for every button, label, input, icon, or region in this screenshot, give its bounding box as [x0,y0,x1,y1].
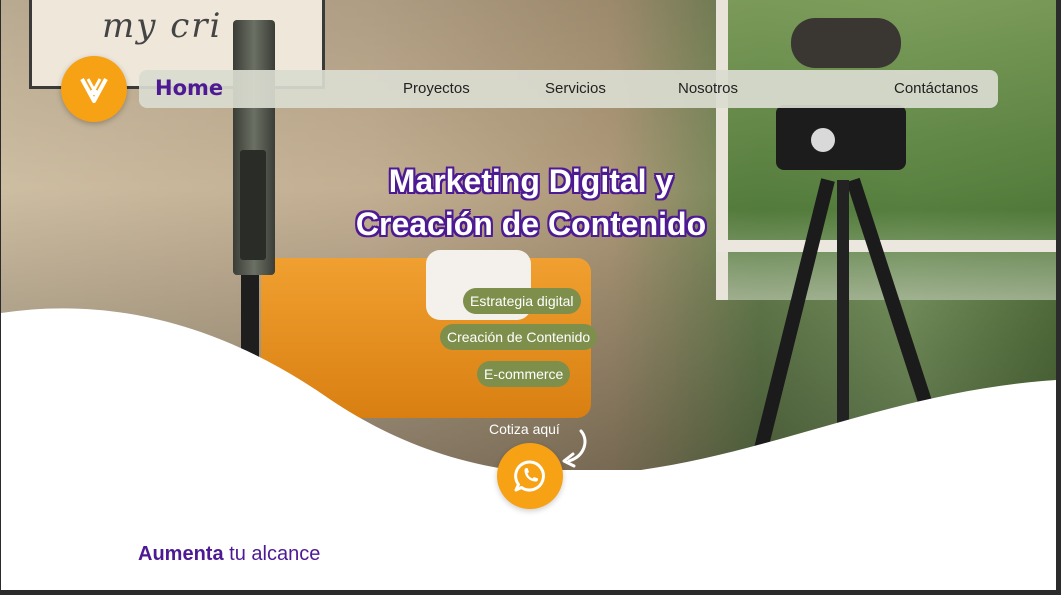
hero-title: Marketing Digital y Creación de Contenid… [241,160,821,246]
hero-title-line2: Creación de Contenido [355,206,707,242]
top-navigation: Home Proyectos Servicios Nosotros Contác… [139,70,998,108]
camera-sticker [811,128,835,152]
window-edge [1056,0,1061,595]
section-title: Aumenta tu alcance [138,543,320,566]
cta-label: Cotiza aquí [489,421,560,437]
hero-title-line1: Marketing Digital y [388,163,674,199]
nav-home-link[interactable]: Home [155,76,223,100]
brand-logo[interactable] [61,56,127,122]
nav-link-contactanos[interactable]: Contáctanos [894,80,978,97]
service-pill-contenido: Creación de Contenido [440,324,598,350]
page: my cri Home Proyectos Servicios Nosotros… [1,0,1056,590]
wall-sign-text: my cri [102,6,223,46]
curved-arrow-icon [562,429,587,468]
v-logo-icon [80,78,108,103]
whatsapp-icon [514,460,545,492]
whatsapp-button[interactable] [497,443,563,509]
window-frame [716,0,728,300]
nav-link-servicios[interactable]: Servicios [545,80,606,97]
nav-link-nosotros[interactable]: Nosotros [678,80,738,97]
nav-link-proyectos[interactable]: Proyectos [403,80,470,97]
service-pill-estrategia: Estrategia digital [463,288,581,314]
section-title-rest: tu alcance [229,543,321,565]
camera-microphone [791,18,901,68]
section-title-bold: Aumenta [138,543,224,565]
service-pill-ecommerce: E-commerce [477,361,571,387]
